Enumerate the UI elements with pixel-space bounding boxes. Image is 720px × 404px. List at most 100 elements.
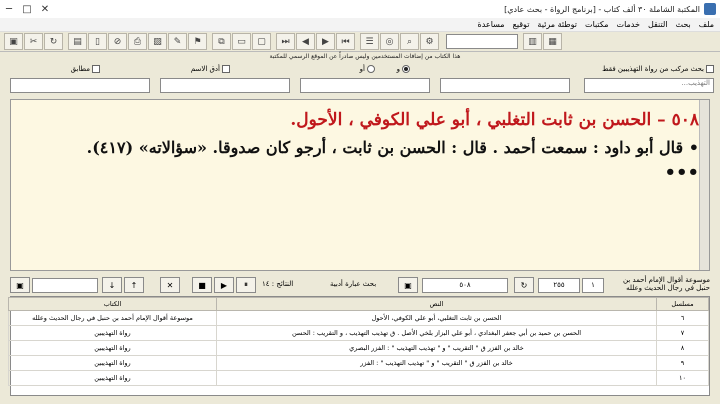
book-icon[interactable]: ▤ — [68, 33, 87, 50]
paste-icon[interactable]: ▭ — [232, 33, 251, 50]
search-options: بحث مركب من رواة التهذيبين فقط و أو أدق … — [0, 65, 720, 77]
current-record-field[interactable]: ٥٠٨ — [422, 277, 508, 293]
source-book-label: موسوعة أقوال الإمام أحمد بن حنبل في رجال… — [622, 276, 710, 292]
next-icon[interactable]: ⏭ — [276, 33, 295, 50]
row-book: رواة التهذيبين — [8, 325, 217, 341]
column-header-text[interactable]: النص — [216, 297, 657, 311]
copy-icon[interactable]: ⧉ — [212, 33, 231, 50]
entry-more: ••• — [664, 162, 699, 183]
row-text: خالد بن الفزر ق " التقريب " و " تهذيب ال… — [216, 355, 657, 371]
user-added-notice: هذا الكتاب من إضافات المستخدمين وليس صاد… — [269, 53, 461, 60]
or-radio[interactable]: أو — [360, 65, 375, 73]
row-text: الحسن بن حميد بن أبي جعفر البغدادي ، أبو… — [216, 325, 657, 341]
column-header-book[interactable]: الكتاب — [8, 297, 217, 311]
doc-icon[interactable]: ▢ — [252, 33, 271, 50]
play-button[interactable]: ▶ — [214, 277, 234, 293]
vertical-scrollbar[interactable] — [699, 100, 709, 270]
results-count: النتائج : ١٤ — [262, 280, 294, 288]
menu-file[interactable]: ملف — [699, 20, 714, 29]
menu-help[interactable]: مساعدة — [478, 20, 505, 29]
search-icon[interactable]: ⌕ — [400, 33, 419, 50]
tools-icon[interactable]: ✂ — [24, 33, 43, 50]
first-icon[interactable]: ⏮ — [336, 33, 355, 50]
library-icon[interactable]: ▦ — [543, 33, 562, 50]
up-button[interactable]: ↑ — [124, 277, 144, 293]
row-serial: ٦ — [656, 310, 709, 326]
window-title: المكتبة الشاملة ٣٠ ألف كتاب - [برنامج ال… — [504, 4, 700, 14]
row-text — [216, 370, 657, 386]
title-bar: المكتبة الشاملة ٣٠ ألف كتاب - [برنامج ال… — [0, 0, 720, 18]
down-button[interactable]: ↓ — [102, 277, 122, 293]
row-book: رواة التهذيبين — [8, 370, 217, 386]
row-text: خالد بن الفزر ق " التقريب " و " تهذيب ال… — [216, 340, 657, 356]
page-to-field[interactable]: ٢٥٥ — [538, 277, 580, 293]
table-row[interactable]: ٧ الحسن بن حميد بن أبي جعفر البغدادي ، أ… — [8, 325, 709, 341]
prev-icon[interactable]: ▶ — [316, 33, 335, 50]
settings-icon[interactable]: ⚙ — [420, 33, 439, 50]
row-book: موسوعة أقوال الإمام أحمد بن حنبل في رجال… — [8, 310, 217, 326]
table-row[interactable]: ٨ خالد بن الفزر ق " التقريب " و " تهذيب … — [8, 340, 709, 356]
minimize-button[interactable]: ─ — [0, 0, 18, 18]
menu-navigate[interactable]: التنقل — [648, 20, 668, 29]
print-icon[interactable]: ⎙ — [128, 33, 147, 50]
row-serial: ٩ — [656, 355, 709, 371]
row-serial: ٨ — [656, 340, 709, 356]
maximize-button[interactable]: □ — [18, 0, 36, 18]
list-icon[interactable]: ☰ — [360, 33, 379, 50]
table-row[interactable]: ٩ خالد بن الفزر ق " التقريب " و " تهذيب … — [8, 355, 709, 371]
and-radio[interactable]: و — [397, 65, 410, 73]
exact-match-checkbox[interactable]: مطابق — [71, 65, 100, 73]
search-term-4[interactable] — [10, 78, 150, 93]
edit-icon[interactable]: ✎ — [168, 33, 187, 50]
search-term-1[interactable] — [440, 78, 570, 93]
bookmark-icon[interactable]: ⚑ — [188, 33, 207, 50]
entry-text-pane[interactable]: ٥٠٨ – الحسن بن ثابت التغلبي ، أبو علي ال… — [10, 99, 710, 271]
save-icon-2[interactable]: ▣ — [398, 277, 418, 293]
toolbar-search-input[interactable] — [446, 34, 518, 49]
stop-button[interactable]: ■ — [192, 277, 212, 293]
tahdheeb-field[interactable]: التهذيب... — [584, 78, 714, 93]
binoculars-icon[interactable]: ◎ — [380, 33, 399, 50]
app-window: المكتبة الشاملة ٣٠ ألف كتاب - [برنامج ال… — [0, 0, 720, 404]
menu-view[interactable]: توطئة مرئية — [537, 20, 577, 29]
table-row[interactable]: ٦ الحسن بن ثابت التغلبي، أبو علي الكوفي،… — [8, 310, 709, 326]
search-fields: التهذيب... — [0, 78, 720, 94]
menu-sign[interactable]: توقيع — [513, 20, 530, 29]
filter-input[interactable] — [32, 277, 98, 293]
app-icon — [704, 3, 716, 15]
entry-title: ٥٠٨ – الحسن بن ثابت التغلبي ، أبو علي ال… — [290, 110, 699, 130]
pause-button[interactable]: ⏸ — [236, 277, 256, 293]
page-icon[interactable]: ▯ — [88, 33, 107, 50]
navigation-bar: ▣ ↓ ↑ ✕ ■ ▶ ⏸ النتائج : ١٤ بحث عبارة أدب… — [10, 276, 710, 294]
window-controls: ─ □ ✕ — [0, 0, 54, 18]
last-icon[interactable]: ◀ — [296, 33, 315, 50]
entry-body: • قال أبو داود : سمعت أحمد . قال : الحسن… — [86, 138, 699, 157]
search-mode-label: بحث عبارة أدبية — [330, 280, 377, 288]
refresh-nav-icon[interactable]: ↻ — [514, 277, 534, 293]
row-serial: ١٠ — [656, 370, 709, 386]
row-book: رواة التهذيبين — [8, 355, 217, 371]
row-serial: ٧ — [656, 325, 709, 341]
sibling-name-checkbox[interactable]: أدق الاسم — [191, 65, 230, 73]
save-icon[interactable]: ▣ — [4, 33, 23, 50]
book-open-icon[interactable]: ▥ — [523, 33, 542, 50]
refresh-icon[interactable]: ↻ — [44, 33, 63, 50]
image-icon[interactable]: ▨ — [148, 33, 167, 50]
menu-libraries[interactable]: مكتبات — [585, 20, 609, 29]
column-header-serial[interactable]: مسلسل — [656, 297, 709, 311]
save-results-button[interactable]: ▣ — [10, 277, 30, 293]
table-row[interactable]: ١٠ رواة التهذيبين — [8, 370, 709, 386]
tahdheeb-only-checkbox[interactable]: بحث مركب من رواة التهذيبين فقط — [602, 65, 714, 73]
row-book: رواة التهذيبين — [8, 340, 217, 356]
close-button[interactable]: ✕ — [36, 0, 54, 18]
open-icon[interactable]: ⊘ — [108, 33, 127, 50]
menu-services[interactable]: خدمات — [617, 20, 640, 29]
search-term-2[interactable] — [300, 78, 430, 93]
toolbar: ▣ ✂ ↻ ▤ ▯ ⊘ ⎙ ▨ ✎ ⚑ ⧉ ▭ ▢ ⏭ ◀ ▶ ⏮ ☰ ◎ ⌕ … — [0, 32, 720, 52]
search-term-3[interactable] — [160, 78, 290, 93]
row-text: الحسن بن ثابت التغلبي، أبو علي الكوفي، ا… — [216, 310, 657, 326]
menu-search[interactable]: بحث — [676, 20, 691, 29]
page-from-field[interactable]: ١ — [582, 277, 604, 293]
clear-button[interactable]: ✕ — [160, 277, 180, 293]
results-grid: مسلسل النص الكتاب ٦ الحسن بن ثابت التغلب… — [8, 296, 710, 396]
